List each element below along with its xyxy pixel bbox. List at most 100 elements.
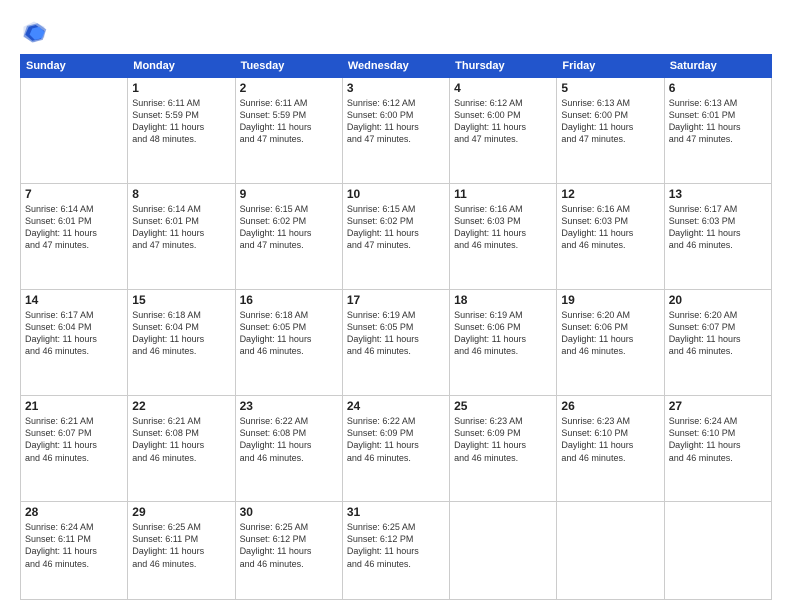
- weekday-header-sunday: Sunday: [21, 55, 128, 78]
- day-number: 19: [561, 293, 659, 307]
- weekday-header-monday: Monday: [128, 55, 235, 78]
- day-number: 10: [347, 187, 445, 201]
- calendar-cell: 2 Sunrise: 6:11 AMSunset: 5:59 PMDaylight…: [235, 78, 342, 184]
- day-info: Sunrise: 6:11 AMSunset: 5:59 PMDaylight:…: [132, 97, 230, 146]
- calendar-cell: 31 Sunrise: 6:25 AMSunset: 6:12 PMDayligh…: [342, 502, 449, 600]
- day-info: Sunrise: 6:25 AMSunset: 6:12 PMDaylight:…: [347, 521, 445, 570]
- day-info: Sunrise: 6:17 AMSunset: 6:04 PMDaylight:…: [25, 309, 123, 358]
- calendar-cell: 13Sunrise: 6:17 AMSunset: 6:03 PMDayligh…: [664, 184, 771, 290]
- day-info: Sunrise: 6:21 AMSunset: 6:07 PMDaylight:…: [25, 415, 123, 464]
- day-info: Sunrise: 6:20 AMSunset: 6:07 PMDaylight:…: [669, 309, 767, 358]
- calendar-cell: 11 Sunrise: 6:16 AMSunset: 6:03 PMDayligh…: [450, 184, 557, 290]
- calendar-cell: 17Sunrise: 6:19 AMSunset: 6:05 PMDayligh…: [342, 290, 449, 396]
- day-info: Sunrise: 6:24 AMSunset: 6:10 PMDaylight:…: [669, 415, 767, 464]
- day-number: 14: [25, 293, 123, 307]
- calendar-cell: 21 Sunrise: 6:21 AMSunset: 6:07 PMDayligh…: [21, 396, 128, 502]
- calendar-cell: 14 Sunrise: 6:17 AMSunset: 6:04 PMDayligh…: [21, 290, 128, 396]
- day-info: Sunrise: 6:16 AMSunset: 6:03 PMDaylight:…: [454, 203, 552, 252]
- day-info: Sunrise: 6:14 AMSunset: 6:01 PMDaylight:…: [25, 203, 123, 252]
- calendar-cell: 16 Sunrise: 6:18 AMSunset: 6:05 PMDayligh…: [235, 290, 342, 396]
- day-number: 11: [454, 187, 552, 201]
- weekday-header-tuesday: Tuesday: [235, 55, 342, 78]
- calendar-cell: 30 Sunrise: 6:25 AMSunset: 6:12 PMDayligh…: [235, 502, 342, 600]
- calendar-cell: 7 Sunrise: 6:14 AMSunset: 6:01 PMDaylight…: [21, 184, 128, 290]
- day-info: Sunrise: 6:21 AMSunset: 6:08 PMDaylight:…: [132, 415, 230, 464]
- day-info: Sunrise: 6:23 AMSunset: 6:10 PMDaylight:…: [561, 415, 659, 464]
- day-number: 5: [561, 81, 659, 95]
- logo: [20, 18, 52, 46]
- day-number: 28: [25, 505, 123, 519]
- calendar-week-row: 1Sunrise: 6:11 AMSunset: 5:59 PMDaylight…: [21, 78, 772, 184]
- weekday-header-friday: Friday: [557, 55, 664, 78]
- day-info: Sunrise: 6:15 AMSunset: 6:02 PMDaylight:…: [240, 203, 338, 252]
- calendar-cell: 26 Sunrise: 6:23 AMSunset: 6:10 PMDayligh…: [557, 396, 664, 502]
- day-number: 20: [669, 293, 767, 307]
- day-number: 17: [347, 293, 445, 307]
- calendar-cell: 4 Sunrise: 6:12 AMSunset: 6:00 PMDaylight…: [450, 78, 557, 184]
- calendar-table: SundayMondayTuesdayWednesdayThursdayFrid…: [20, 54, 772, 600]
- day-number: 23: [240, 399, 338, 413]
- calendar-cell: 19 Sunrise: 6:20 AMSunset: 6:06 PMDayligh…: [557, 290, 664, 396]
- calendar-cell: 15Sunrise: 6:18 AMSunset: 6:04 PMDayligh…: [128, 290, 235, 396]
- calendar-cell: 29 Sunrise: 6:25 AMSunset: 6:11 PMDayligh…: [128, 502, 235, 600]
- calendar-cell: 28 Sunrise: 6:24 AMSunset: 6:11 PMDayligh…: [21, 502, 128, 600]
- calendar-cell: 12 Sunrise: 6:16 AMSunset: 6:03 PMDayligh…: [557, 184, 664, 290]
- logo-icon: [20, 18, 48, 46]
- day-number: 13: [669, 187, 767, 201]
- day-number: 31: [347, 505, 445, 519]
- calendar-cell: 1Sunrise: 6:11 AMSunset: 5:59 PMDaylight…: [128, 78, 235, 184]
- day-info: Sunrise: 6:24 AMSunset: 6:11 PMDaylight:…: [25, 521, 123, 570]
- day-info: Sunrise: 6:25 AMSunset: 6:11 PMDaylight:…: [132, 521, 230, 570]
- day-info: Sunrise: 6:20 AMSunset: 6:06 PMDaylight:…: [561, 309, 659, 358]
- day-number: 9: [240, 187, 338, 201]
- calendar-cell: 10 Sunrise: 6:15 AMSunset: 6:02 PMDayligh…: [342, 184, 449, 290]
- day-info: Sunrise: 6:18 AMSunset: 6:05 PMDaylight:…: [240, 309, 338, 358]
- calendar-cell: 27 Sunrise: 6:24 AMSunset: 6:10 PMDayligh…: [664, 396, 771, 502]
- day-number: 6: [669, 81, 767, 95]
- day-number: 29: [132, 505, 230, 519]
- calendar-cell: 6 Sunrise: 6:13 AMSunset: 6:01 PMDaylight…: [664, 78, 771, 184]
- day-info: Sunrise: 6:15 AMSunset: 6:02 PMDaylight:…: [347, 203, 445, 252]
- day-info: Sunrise: 6:11 AMSunset: 5:59 PMDaylight:…: [240, 97, 338, 146]
- calendar-cell: 9 Sunrise: 6:15 AMSunset: 6:02 PMDaylight…: [235, 184, 342, 290]
- calendar-cell: 25 Sunrise: 6:23 AMSunset: 6:09 PMDayligh…: [450, 396, 557, 502]
- day-info: Sunrise: 6:12 AMSunset: 6:00 PMDaylight:…: [454, 97, 552, 146]
- day-number: 21: [25, 399, 123, 413]
- calendar-cell: 8 Sunrise: 6:14 AMSunset: 6:01 PMDaylight…: [128, 184, 235, 290]
- day-info: Sunrise: 6:13 AMSunset: 6:00 PMDaylight:…: [561, 97, 659, 146]
- calendar-week-row: 28 Sunrise: 6:24 AMSunset: 6:11 PMDayligh…: [21, 502, 772, 600]
- calendar-cell: 20 Sunrise: 6:20 AMSunset: 6:07 PMDayligh…: [664, 290, 771, 396]
- day-number: 18: [454, 293, 552, 307]
- day-info: Sunrise: 6:13 AMSunset: 6:01 PMDaylight:…: [669, 97, 767, 146]
- day-info: Sunrise: 6:19 AMSunset: 6:06 PMDaylight:…: [454, 309, 552, 358]
- calendar-week-row: 7 Sunrise: 6:14 AMSunset: 6:01 PMDaylight…: [21, 184, 772, 290]
- calendar-cell: 24Sunrise: 6:22 AMSunset: 6:09 PMDayligh…: [342, 396, 449, 502]
- day-info: Sunrise: 6:14 AMSunset: 6:01 PMDaylight:…: [132, 203, 230, 252]
- weekday-header-thursday: Thursday: [450, 55, 557, 78]
- day-info: Sunrise: 6:12 AMSunset: 6:00 PMDaylight:…: [347, 97, 445, 146]
- day-info: Sunrise: 6:16 AMSunset: 6:03 PMDaylight:…: [561, 203, 659, 252]
- day-number: 8: [132, 187, 230, 201]
- calendar-cell: [450, 502, 557, 600]
- day-number: 16: [240, 293, 338, 307]
- calendar-cell: 3Sunrise: 6:12 AMSunset: 6:00 PMDaylight…: [342, 78, 449, 184]
- calendar-week-row: 14 Sunrise: 6:17 AMSunset: 6:04 PMDayligh…: [21, 290, 772, 396]
- page: SundayMondayTuesdayWednesdayThursdayFrid…: [0, 0, 792, 612]
- day-number: 2: [240, 81, 338, 95]
- day-info: Sunrise: 6:22 AMSunset: 6:08 PMDaylight:…: [240, 415, 338, 464]
- day-number: 15: [132, 293, 230, 307]
- day-number: 7: [25, 187, 123, 201]
- calendar-cell: [21, 78, 128, 184]
- day-number: 26: [561, 399, 659, 413]
- day-number: 30: [240, 505, 338, 519]
- weekday-header-wednesday: Wednesday: [342, 55, 449, 78]
- calendar-week-row: 21 Sunrise: 6:21 AMSunset: 6:07 PMDayligh…: [21, 396, 772, 502]
- day-number: 24: [347, 399, 445, 413]
- calendar-cell: 22Sunrise: 6:21 AMSunset: 6:08 PMDayligh…: [128, 396, 235, 502]
- day-number: 4: [454, 81, 552, 95]
- day-number: 25: [454, 399, 552, 413]
- day-number: 27: [669, 399, 767, 413]
- day-info: Sunrise: 6:25 AMSunset: 6:12 PMDaylight:…: [240, 521, 338, 570]
- day-number: 12: [561, 187, 659, 201]
- day-info: Sunrise: 6:23 AMSunset: 6:09 PMDaylight:…: [454, 415, 552, 464]
